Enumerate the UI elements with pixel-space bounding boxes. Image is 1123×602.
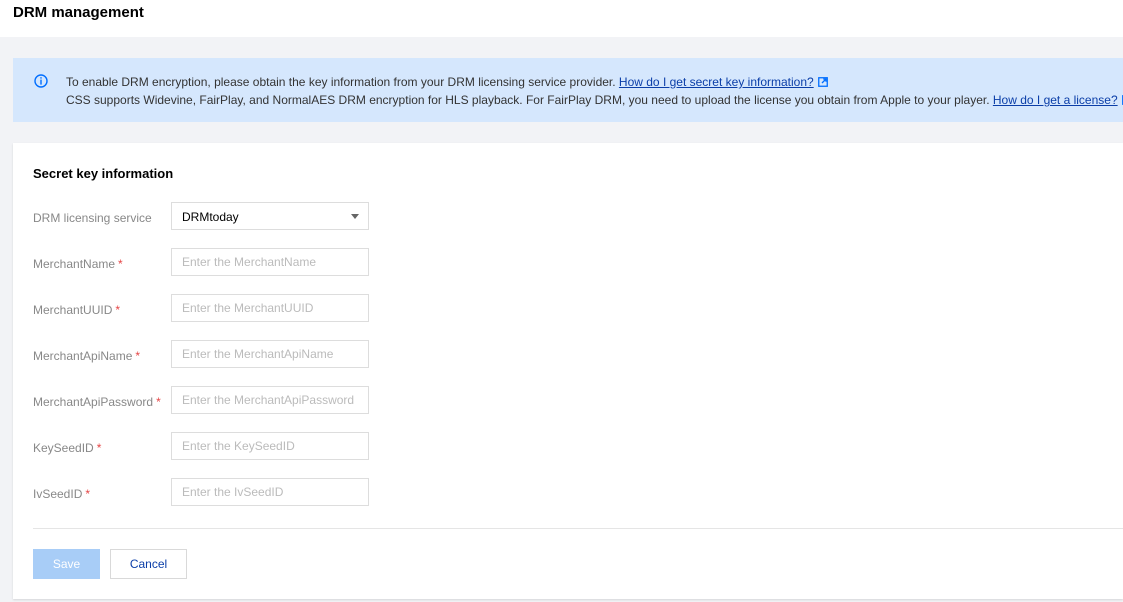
- section-title: Secret key information: [33, 166, 174, 181]
- caret-down-icon: [351, 214, 359, 219]
- info-banner-text-1: To enable DRM encryption, please obtain …: [66, 75, 619, 89]
- merchant-api-name-label-text: MerchantApiName: [33, 349, 133, 363]
- required-asterisk: *: [96, 441, 102, 455]
- required-asterisk: *: [115, 303, 121, 317]
- save-button[interactable]: Save: [33, 549, 100, 579]
- key-seed-id-label: KeySeedID *: [33, 440, 101, 456]
- info-banner: To enable DRM encryption, please obtain …: [13, 58, 1123, 122]
- iv-seed-id-field[interactable]: [171, 478, 369, 506]
- iv-seed-id-label-text: IvSeedID: [33, 487, 83, 501]
- form-divider: [33, 528, 1123, 529]
- drm-service-select[interactable]: DRMtoday: [171, 202, 369, 230]
- info-circle-icon: [34, 74, 48, 88]
- external-link-icon[interactable]: [817, 77, 828, 87]
- drm-service-value: DRMtoday: [182, 210, 239, 224]
- required-asterisk: *: [156, 395, 161, 409]
- key-seed-id-field[interactable]: [171, 432, 369, 460]
- required-asterisk: *: [85, 487, 91, 501]
- merchant-uuid-label: MerchantUUID *: [33, 302, 120, 318]
- required-asterisk: *: [135, 349, 141, 363]
- info-banner-line-2: CSS supports Widevine, FairPlay, and Nor…: [66, 92, 1123, 108]
- merchant-uuid-label-text: MerchantUUID: [33, 303, 113, 317]
- merchant-name-input[interactable]: [172, 249, 368, 275]
- page-title: DRM management: [13, 4, 144, 21]
- merchant-name-label-text: MerchantName: [33, 257, 116, 271]
- iv-seed-id-label: IvSeedID *: [33, 486, 90, 502]
- merchant-api-name-input[interactable]: [172, 341, 368, 367]
- required-asterisk: *: [118, 257, 123, 271]
- key-seed-id-label-text: KeySeedID: [33, 441, 94, 455]
- iv-seed-id-input[interactable]: [172, 479, 368, 505]
- merchant-api-password-field[interactable]: [171, 386, 369, 414]
- merchant-api-password-input[interactable]: [172, 387, 368, 413]
- info-banner-line-1: To enable DRM encryption, please obtain …: [66, 74, 828, 90]
- drm-service-label: DRM licensing service: [33, 210, 152, 226]
- secret-key-help-link[interactable]: How do I get secret key information?: [619, 75, 814, 89]
- merchant-name-label: MerchantName *: [33, 256, 123, 272]
- key-seed-id-input[interactable]: [172, 433, 368, 459]
- license-help-link[interactable]: How do I get a license?: [993, 93, 1118, 107]
- merchant-api-name-field[interactable]: [171, 340, 369, 368]
- secret-key-form-card: Secret key information DRM licensing ser…: [13, 143, 1123, 599]
- cancel-button[interactable]: Cancel: [110, 549, 187, 579]
- merchant-uuid-field[interactable]: [171, 294, 369, 322]
- merchant-api-password-label: MerchantApiPassword *: [33, 394, 161, 410]
- info-banner-text-2: CSS supports Widevine, FairPlay, and Nor…: [66, 93, 993, 107]
- merchant-api-name-label: MerchantApiName *: [33, 348, 140, 364]
- merchant-uuid-input[interactable]: [172, 295, 368, 321]
- drm-service-label-text: DRM licensing service: [33, 211, 152, 225]
- page-header: DRM management: [0, 0, 1123, 37]
- merchant-name-field[interactable]: [171, 248, 369, 276]
- merchant-api-password-label-text: MerchantApiPassword: [33, 395, 154, 409]
